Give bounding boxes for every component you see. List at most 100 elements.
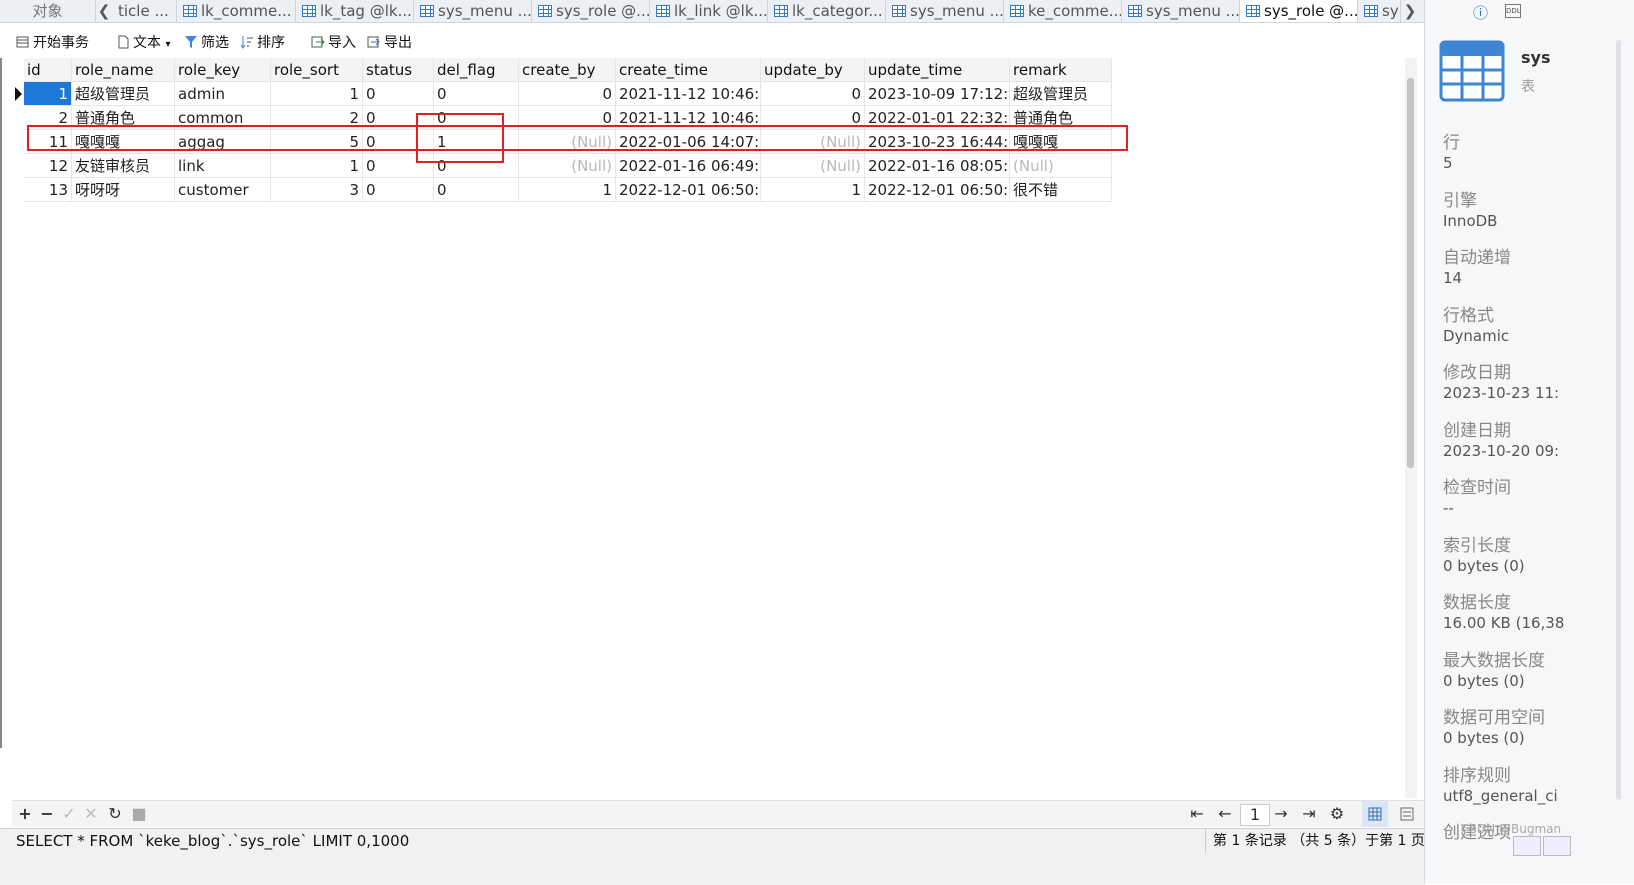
column-header-role-key[interactable]: role_key [175,58,271,82]
cell-remark[interactable]: 超级管理员 [1010,82,1112,106]
object-info-panel: ⓘ DDL sys 表 行 5 引擎 InnoDB 自动递增 14 行格式 Dynamic 修改… [1424,0,1634,884]
column-header-update-time[interactable]: update_time [865,58,1010,82]
current-row-indicator-icon[interactable] [12,82,24,106]
row-selector[interactable] [12,178,24,202]
refresh-icon[interactable]: ↻ [106,801,124,827]
column-header-remark[interactable]: remark [1010,58,1112,82]
next-page-icon[interactable]: → [1271,801,1291,827]
table-icon [302,5,316,17]
form-view-icon[interactable] [1394,801,1420,827]
cell-status[interactable]: 0 [363,178,434,202]
cell-update-time[interactable]: 2023-10-09 17:12:22 [865,82,1010,106]
tab-objects[interactable]: 对象 [0,0,96,22]
settings-gear-icon[interactable]: ⚙ [1327,801,1347,827]
tab-item-6[interactable]: lk_categor... [768,0,886,22]
import-button[interactable]: 导入 [311,30,356,56]
cell-role-name[interactable]: 超级管理员 [72,82,175,106]
cell-del-flag[interactable]: 0 [434,82,519,106]
cell-remark[interactable]: (Null) [1010,154,1112,178]
tab-item-5[interactable]: lk_link @lk... [650,0,768,22]
cell-update-by[interactable]: 0 [761,82,865,106]
page-number-field[interactable]: 1 [1240,804,1270,826]
cell-role-name[interactable]: 友链审核员 [72,154,175,178]
tab-scroll-left-icon[interactable]: ❮ [96,0,112,22]
cell-role-key[interactable]: admin [175,82,271,106]
cell-role-sort[interactable]: 1 [271,154,363,178]
table-icon [1246,5,1260,17]
cell-create-time[interactable]: 2022-12-01 06:50:44 [616,178,761,202]
begin-transaction-button[interactable]: 开始事务 [16,30,89,56]
stop-icon[interactable]: ■ [130,801,148,827]
sort-icon [240,36,253,49]
property-value: 2023-10-23 11: [1443,384,1560,402]
delete-record-icon[interactable]: − [38,801,56,827]
cell-role-name[interactable]: 呀呀呀 [72,178,175,202]
tab-item-4[interactable]: sys_role @... [532,0,650,22]
cell-status[interactable]: 0 [363,82,434,106]
panel-toggle-icon[interactable] [1513,836,1541,856]
tab-item-7[interactable]: sys_menu ... [886,0,1004,22]
row-selector[interactable] [12,154,24,178]
cell-update-by[interactable]: 1 [761,178,865,202]
apply-changes-icon[interactable]: ✓ [60,801,78,827]
column-header-status[interactable]: status [363,58,434,82]
cell-id[interactable]: 12 [24,154,72,178]
tab-item-2[interactable]: lk_tag @lk... [296,0,414,22]
sort-button[interactable]: 排序 [240,30,285,56]
row-selector[interactable] [12,130,24,154]
cell-role-sort[interactable]: 3 [271,178,363,202]
highlight-delflag-box [416,113,504,163]
grid-view-icon[interactable] [1362,801,1388,827]
cell-create-by[interactable]: 0 [519,82,616,106]
property-value: InnoDB [1443,211,1498,230]
begin-transaction-label: 开始事务 [33,35,89,51]
tab-item-10[interactable]: sys_role @... [1240,0,1358,22]
cell-role-key[interactable]: customer [175,178,271,202]
column-header-update-by[interactable]: update_by [761,58,865,82]
column-header-role-sort[interactable]: role_sort [271,58,363,82]
cell-update-by[interactable]: (Null) [761,154,865,178]
tab-item-3[interactable]: sys_menu ... [414,0,532,22]
cell-create-by[interactable]: (Null) [519,154,616,178]
info-icon[interactable]: ⓘ [1473,2,1488,23]
scrollbar-thumb[interactable] [1407,78,1414,468]
cell-remark[interactable]: 很不错 [1010,178,1112,202]
panel-scrollbar[interactable] [1615,40,1623,800]
cell-create-time[interactable]: 2022-01-16 06:49:30 [616,154,761,178]
tab-item-9[interactable]: sys_menu ... [1122,0,1240,22]
first-page-icon[interactable]: ⇤ [1187,801,1207,827]
cell-update-time[interactable]: 2022-01-16 08:05:09 [865,154,1010,178]
tab-item-8[interactable]: ke_comme... [1004,0,1122,22]
column-header-role-name[interactable]: role_name [72,58,175,82]
cell-id[interactable]: 1 [24,82,72,106]
row-selector[interactable] [12,106,24,130]
column-header-create-by[interactable]: create_by [519,58,616,82]
cell-update-time[interactable]: 2022-12-01 06:50:44 [865,178,1010,202]
column-header-create-time[interactable]: create_time [616,58,761,82]
text-button[interactable]: 文本 ▾ [116,30,170,56]
last-page-icon[interactable]: ⇥ [1299,801,1319,827]
cell-role-sort[interactable]: 1 [271,82,363,106]
ddl-icon[interactable]: DDL [1505,4,1521,18]
cell-role-key[interactable]: link [175,154,271,178]
filter-button[interactable]: 筛选 [184,30,229,56]
tab-item-1[interactable]: lk_comme... [177,0,296,22]
discard-changes-icon[interactable]: ✕ [82,801,100,827]
property-label: 行 [1443,133,1460,153]
column-header-id[interactable]: id [24,58,72,82]
panel-expand-icon[interactable] [1543,836,1571,856]
export-button[interactable]: 导出 [367,30,412,56]
cell-id[interactable]: 13 [24,178,72,202]
table-icon [420,5,434,17]
tab-scroll-right-icon[interactable]: ❯ [1402,0,1418,22]
cell-create-time[interactable]: 2021-11-12 10:46:19 [616,82,761,106]
cell-create-by[interactable]: 1 [519,178,616,202]
grid-scrollbar[interactable] [1405,58,1417,798]
prev-page-icon[interactable]: ← [1215,801,1235,827]
column-header-del-flag[interactable]: del_flag [434,58,519,82]
cell-del-flag[interactable]: 0 [434,178,519,202]
add-record-icon[interactable]: + [16,801,34,827]
tab-item-0[interactable]: ticle ... [114,0,177,22]
tab-item-11[interactable]: sy [1358,0,1401,22]
filter-label: 筛选 [201,35,229,51]
